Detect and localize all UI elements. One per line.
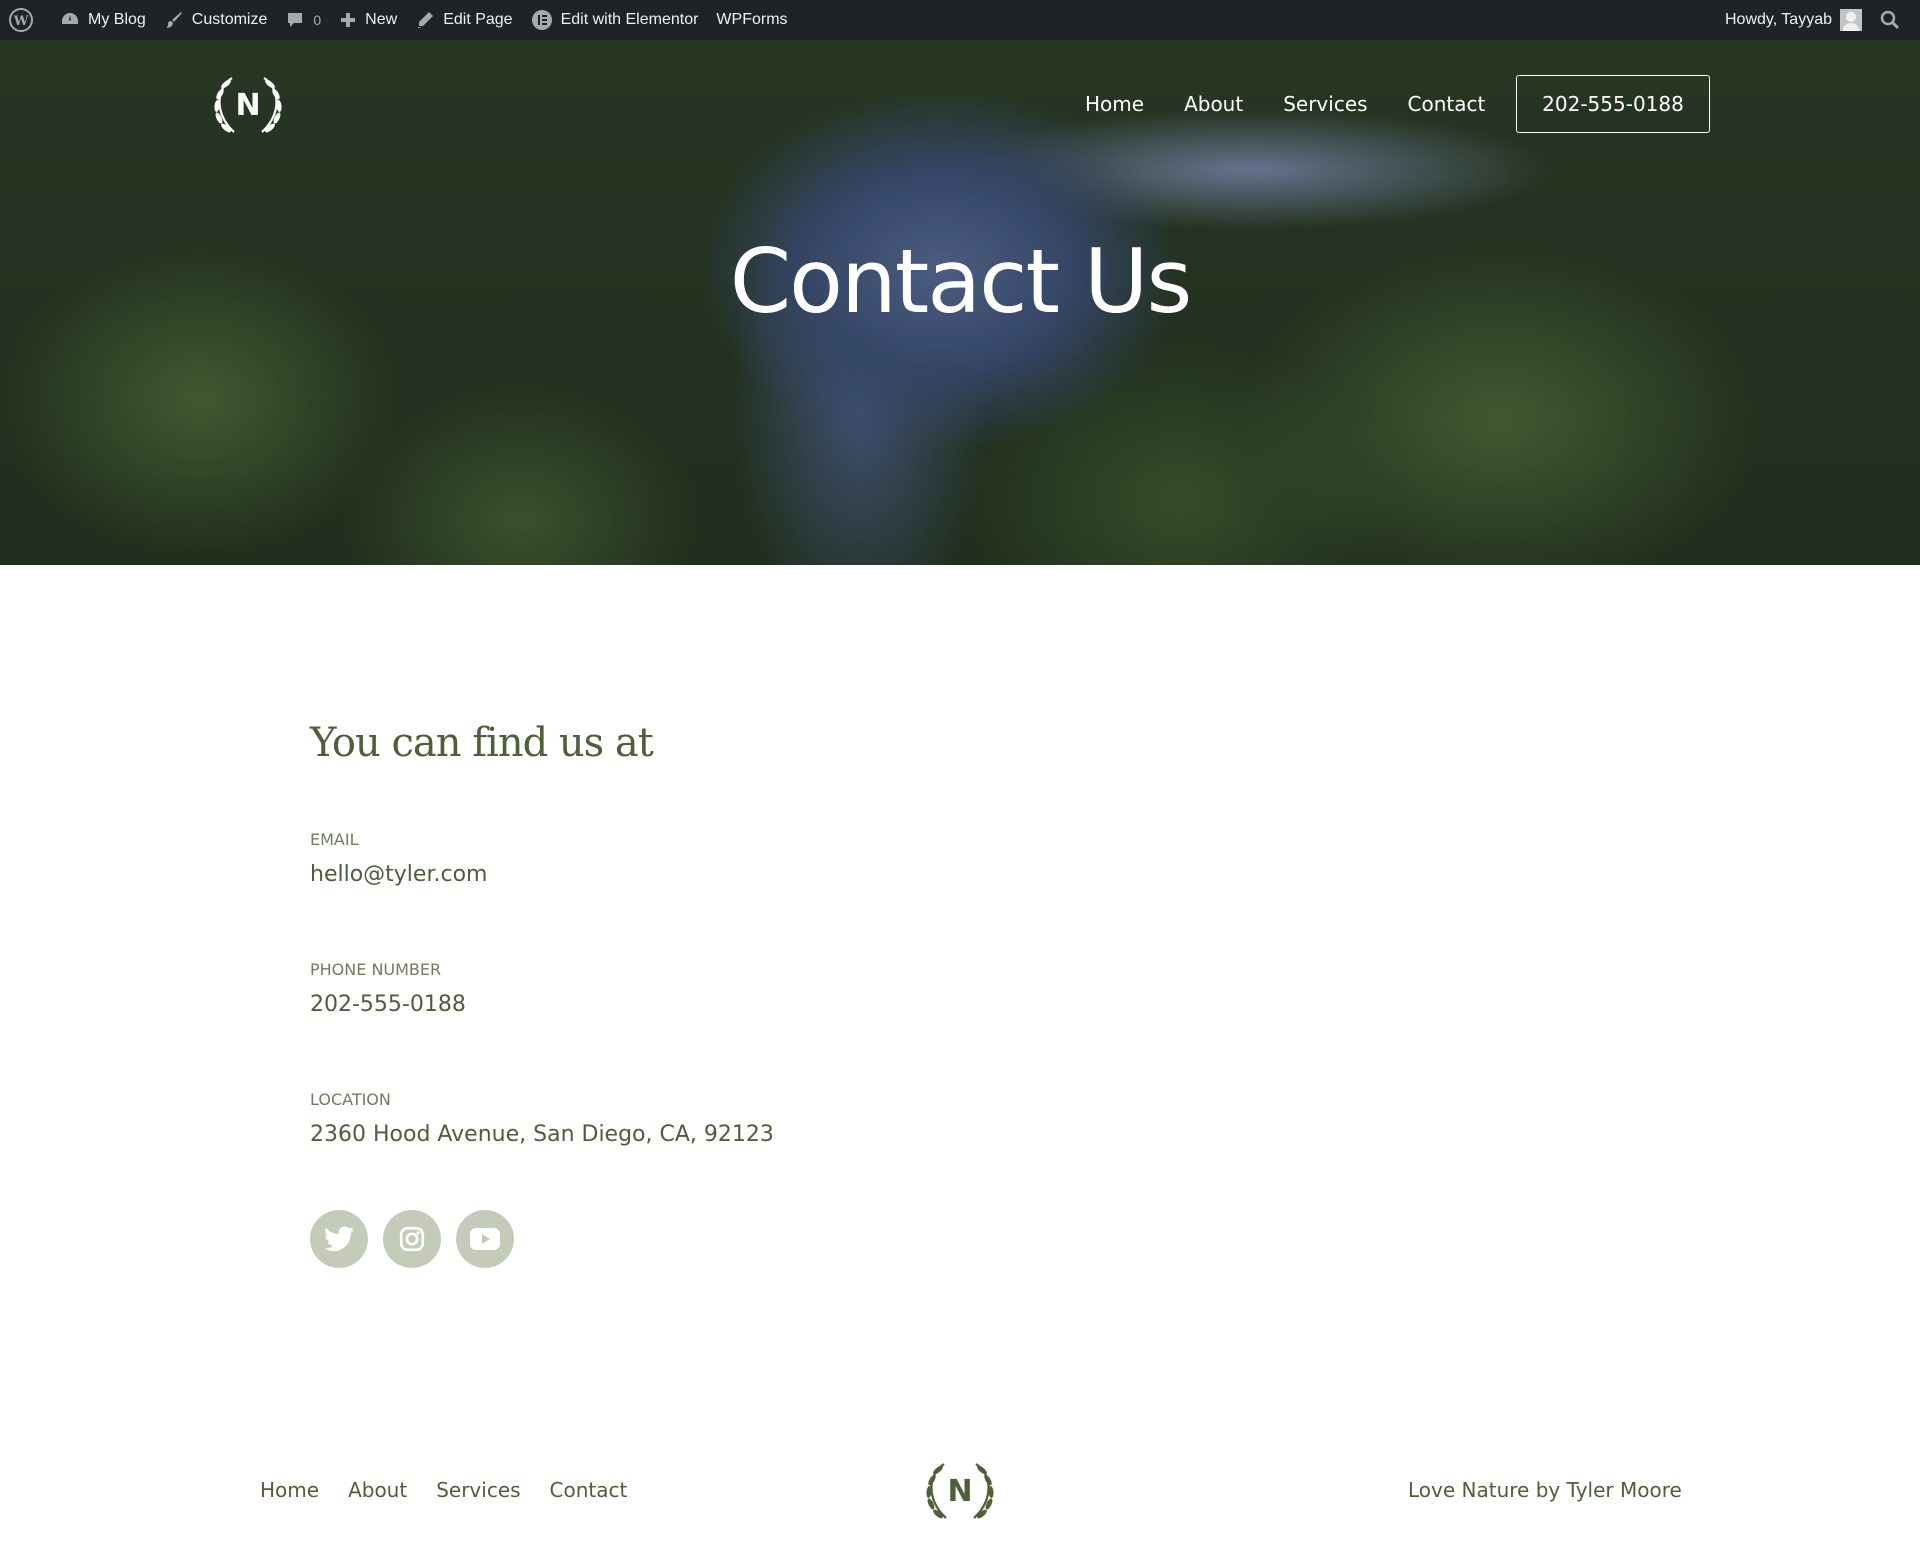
footer-nav-services[interactable]: Services — [436, 1478, 520, 1502]
comment-icon — [288, 13, 303, 27]
youtube-icon — [470, 1228, 500, 1250]
dashboard-icon — [62, 13, 78, 24]
email-label: EMAIL — [310, 830, 359, 849]
edit-with-elementor-link[interactable]: Edit with Elementor — [522, 0, 708, 40]
footer-nav-about[interactable]: About — [348, 1478, 407, 1502]
avatar — [1840, 9, 1862, 31]
howdy-label: Howdy, Tayyab — [1724, 11, 1832, 28]
brush-icon — [165, 12, 182, 28]
twitter-icon — [324, 1226, 354, 1252]
instagram-link[interactable] — [383, 1210, 441, 1268]
email-value[interactable]: hello@tyler.com — [310, 862, 487, 887]
nav-about[interactable]: About — [1184, 92, 1243, 116]
my-blog-label: My Blog — [88, 11, 146, 28]
nav-contact[interactable]: Contact — [1408, 92, 1486, 116]
new-label: New — [365, 11, 398, 28]
instagram-icon — [399, 1226, 425, 1252]
nav-home[interactable]: Home — [1085, 92, 1144, 116]
footer-logo[interactable]: N — [920, 1456, 1000, 1526]
admin-bar: W My Blog Customize 0 New Edit Page Edit… — [0, 0, 1920, 40]
search-icon — [1880, 10, 1900, 30]
admin-search-button[interactable] — [1871, 0, 1920, 40]
contact-section: You can find us at EMAIL hello@tyler.com… — [310, 720, 774, 1268]
hero-section: N Home About Services Contact 202-555-01… — [0, 40, 1920, 565]
footer-nav-home[interactable]: Home — [260, 1478, 319, 1502]
footer-nav: Home About Services Contact — [260, 1478, 656, 1502]
nav-services[interactable]: Services — [1283, 92, 1367, 116]
footer-credit: Love Nature by Tyler Moore — [1408, 1478, 1682, 1502]
elementor-label: Edit with Elementor — [560, 11, 699, 28]
elementor-icon — [531, 10, 552, 30]
comments-count: 0 — [313, 12, 322, 28]
plus-icon — [341, 13, 356, 27]
svg-text:W: W — [13, 14, 29, 29]
customize-link[interactable]: Customize — [155, 0, 277, 40]
site-logo[interactable]: N — [208, 70, 288, 140]
laurel-logo-icon: N — [926, 1463, 994, 1519]
comments-link[interactable]: 0 — [276, 0, 330, 40]
twitter-link[interactable] — [310, 1210, 368, 1268]
location-value: 2360 Hood Avenue, San Diego, CA, 92123 — [310, 1122, 774, 1147]
social-links — [310, 1210, 514, 1268]
footer-nav-contact[interactable]: Contact — [550, 1478, 628, 1502]
main-nav: Home About Services Contact — [1085, 92, 1485, 116]
phone-label: PHONE NUMBER — [310, 960, 442, 979]
edit-page-label: Edit Page — [443, 11, 513, 28]
account-menu[interactable]: Howdy, Tayyab — [1716, 0, 1871, 40]
phone-value[interactable]: 202-555-0188 — [310, 992, 466, 1017]
header-phone-button[interactable]: 202-555-0188 — [1516, 75, 1710, 133]
wordpress-icon: W — [9, 8, 33, 32]
my-blog-link[interactable]: My Blog — [51, 0, 155, 40]
wpforms-link[interactable]: WPForms — [707, 0, 796, 40]
wpforms-label: WPForms — [716, 11, 788, 28]
svg-text:N: N — [235, 88, 260, 123]
youtube-link[interactable] — [456, 1210, 514, 1268]
edit-page-link[interactable]: Edit Page — [406, 0, 521, 40]
pencil-icon — [418, 12, 434, 28]
location-label: LOCATION — [310, 1090, 391, 1109]
svg-text:N: N — [947, 1474, 972, 1509]
contact-heading: You can find us at — [310, 720, 654, 766]
laurel-logo-icon: N — [214, 77, 282, 133]
new-content-link[interactable]: New — [330, 0, 406, 40]
customize-label: Customize — [191, 11, 268, 28]
wordpress-logo-button[interactable]: W — [0, 0, 51, 40]
site-footer: Home About Services Contact N Love Natur… — [0, 1450, 1920, 1530]
page-title: Contact Us — [729, 230, 1193, 333]
